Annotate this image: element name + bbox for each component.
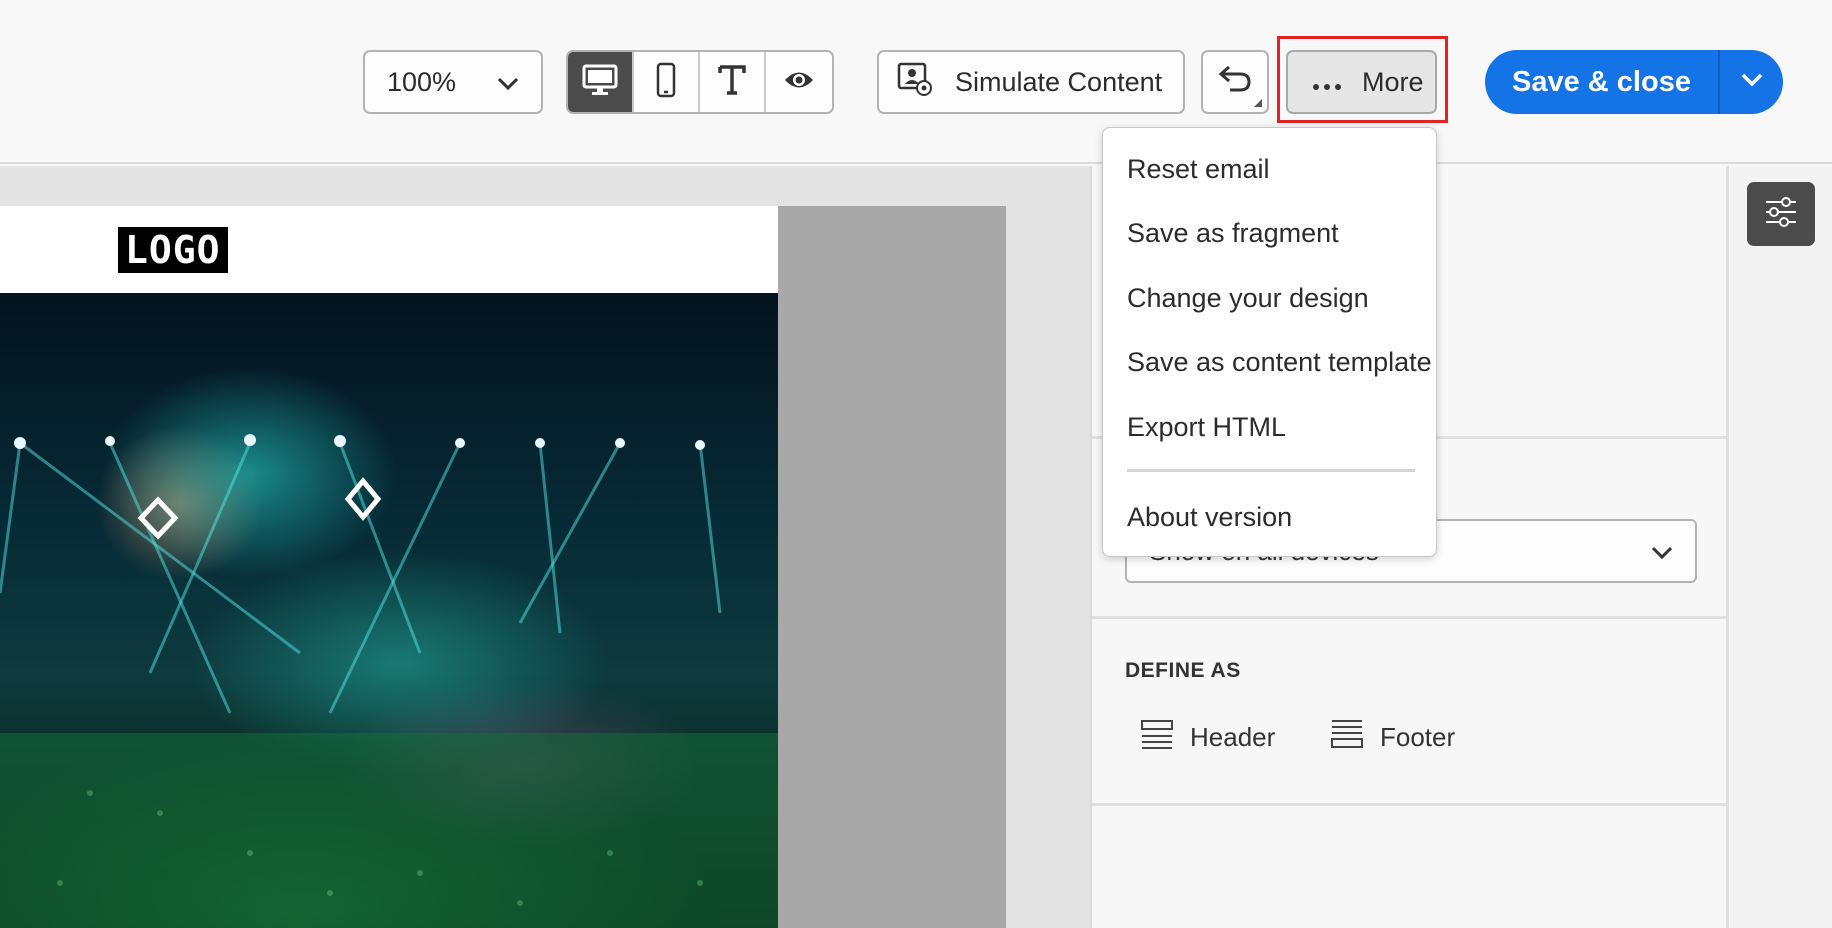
desktop-icon — [582, 64, 618, 101]
text-icon — [717, 64, 747, 101]
preview-button[interactable] — [766, 52, 832, 112]
chevron-down-icon — [497, 67, 519, 98]
undo-options-corner — [1254, 99, 1262, 107]
define-header-button[interactable]: Header — [1140, 719, 1275, 756]
undo-button[interactable] — [1201, 50, 1269, 114]
ellipsis-icon — [1312, 67, 1342, 98]
undo-icon — [1218, 64, 1252, 101]
footer-icon — [1330, 719, 1364, 756]
menu-item-change-your-design[interactable]: Change your design — [1127, 278, 1369, 318]
mobile-icon — [656, 62, 676, 103]
header-icon — [1140, 719, 1174, 756]
zoom-dropdown[interactable]: 100% — [363, 50, 543, 114]
menu-divider — [1127, 469, 1415, 472]
properties-toggle-button[interactable] — [1747, 182, 1815, 246]
panel-right-border — [1726, 166, 1729, 928]
save-and-close-group: Save & close — [1485, 50, 1783, 114]
save-and-close-button[interactable]: Save & close — [1485, 50, 1718, 114]
simulate-content-label: Simulate Content — [955, 66, 1163, 97]
simulate-icon — [897, 62, 933, 103]
top-toolbar: 100% Simulate Content More Save & close — [0, 0, 1832, 164]
menu-item-save-as-content-template[interactable]: Save as content template — [1127, 342, 1432, 382]
simulate-content-button[interactable]: Simulate Content — [877, 50, 1185, 114]
more-label: More — [1362, 66, 1424, 97]
preview-icon — [783, 69, 815, 96]
menu-item-export-html[interactable]: Export HTML — [1127, 407, 1286, 447]
hero-image[interactable] — [0, 293, 778, 928]
email-canvas: LOGO — [0, 166, 1090, 928]
menu-item-about-version[interactable]: About version — [1127, 497, 1292, 537]
more-menu: Reset email Save as fragment Change your… — [1102, 127, 1437, 557]
menu-item-reset-email[interactable]: Reset email — [1127, 149, 1270, 189]
mobile-view-button[interactable] — [634, 52, 700, 112]
view-mode-switcher — [566, 50, 834, 114]
right-rail — [1730, 166, 1832, 928]
header-label: Header — [1190, 722, 1276, 752]
define-as-title: DEFINE AS — [1125, 659, 1241, 682]
sliders-icon — [1764, 196, 1798, 233]
chevron-down-icon — [1741, 73, 1763, 92]
menu-item-save-as-fragment[interactable]: Save as fragment — [1127, 213, 1339, 253]
define-footer-button[interactable]: Footer — [1330, 719, 1455, 756]
footer-label: Footer — [1380, 722, 1456, 752]
desktop-view-button[interactable] — [568, 52, 634, 112]
canvas-gutter — [778, 206, 1006, 928]
save-options-button[interactable] — [1720, 50, 1783, 114]
email-preview[interactable]: LOGO — [0, 206, 1006, 928]
zoom-value: 100% — [387, 66, 457, 97]
panel-section-define-as — [1092, 619, 1728, 806]
logo: LOGO — [118, 227, 228, 273]
chevron-down-icon — [1651, 536, 1673, 567]
more-button[interactable]: More — [1286, 50, 1437, 114]
text-view-button[interactable] — [700, 52, 766, 112]
